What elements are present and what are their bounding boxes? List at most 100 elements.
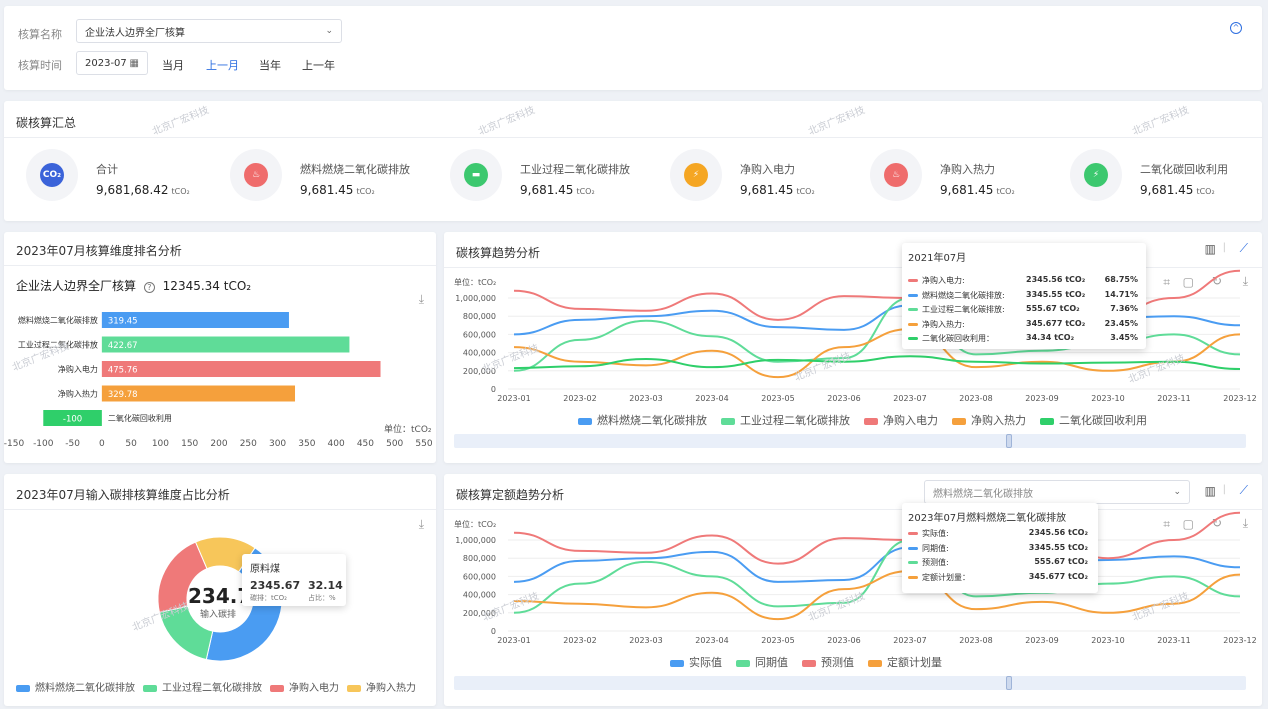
x-tick-label: 2023-03 xyxy=(629,394,662,403)
tooltip-row: 二氧化碳回收利用： 34.34 tCO₂ 3.45% xyxy=(908,333,1140,345)
kpi-value-number: 9,681.45 xyxy=(300,183,354,197)
kpi-label: 合计 xyxy=(96,163,118,176)
tooltip-series-value: 2345.56 tCO₂ xyxy=(1028,528,1088,537)
slider-handle[interactable] xyxy=(1006,434,1012,448)
legend-swatch xyxy=(143,684,157,692)
x-tick-label: 2023-04 xyxy=(695,636,728,645)
quota-line-chart: 0 200,000 400,000 600,000 800,000 1,000,000 20… xyxy=(455,511,1257,645)
tooltip-series-name: 工业过程二氧化碳排放: xyxy=(922,305,1005,314)
kpi-unit: tCO₂ xyxy=(1196,187,1215,196)
legend-label: 净购入热力 xyxy=(971,414,1026,427)
tooltip-series-name: 二氧化碳回收利用： xyxy=(922,334,994,343)
kpi-value-number: 9,681.45 xyxy=(940,183,994,197)
kpi-card: ⚡ 二氧化碳回收利用 9,681.45 tCO₂ xyxy=(1070,141,1260,211)
legend-label: 燃料燃烧二氧化碳排放 xyxy=(35,683,135,694)
quota-zoom-slider[interactable] xyxy=(454,676,1246,690)
legend-item[interactable]: 实际值 xyxy=(670,654,722,670)
donut-tooltip-label2: 占比：% xyxy=(308,594,336,602)
tooltip-series-value: 3345.55 tCO₂ xyxy=(1028,542,1088,552)
quota-legend: 实际值 同期值 预测值 定额计划量 xyxy=(670,654,942,670)
cloud-co2-icon: CO₂ xyxy=(40,163,64,187)
slider-handle[interactable] xyxy=(1006,676,1012,690)
tooltip-swatch xyxy=(908,575,918,579)
accounting-time-picker[interactable]: 2023-07 ▦ xyxy=(76,51,148,75)
x-tick-label: 2023-08 xyxy=(959,394,992,403)
legend-swatch xyxy=(347,684,361,692)
legend-item[interactable]: 净购入热力 xyxy=(347,679,416,694)
kpi-label: 净购入热力 xyxy=(940,163,995,176)
donut-legend: 燃料燃烧二氧化碳排放 工业过程二氧化碳排放 净购入电力 净购入热力 xyxy=(16,679,416,694)
quick-last-month[interactable]: 上一月 xyxy=(206,57,239,73)
x-tick-label: 2023-05 xyxy=(761,394,794,403)
kpi-card: ⚡ 净购入电力 9,681.45 tCO₂ xyxy=(670,141,860,211)
legend-swatch xyxy=(16,684,30,692)
tooltip-row: 净购入热力: 345.677 tCO₂ 23.45% xyxy=(908,319,1140,331)
tooltip-series-value: 555.67 tCO₂ xyxy=(1026,304,1080,313)
legend-label: 燃料燃烧二氧化碳排放 xyxy=(597,414,707,427)
donut-tooltip-value1: 2345.67 xyxy=(250,579,301,592)
legend-item[interactable]: 同期值 xyxy=(736,654,788,670)
kpi-unit: tCO₂ xyxy=(171,187,190,196)
legend-swatch xyxy=(1040,417,1054,425)
x-tick-label: 2023-11 xyxy=(1157,394,1190,403)
trend-panel: 碳核算趋势分析 ▥ | ⟋ ⌗ ▢ ↻ ⤓ 0 200,000 400,000 600… xyxy=(444,232,1262,463)
legend-label: 同期值 xyxy=(755,656,788,669)
legend-item[interactable]: 净购入电力 xyxy=(270,679,339,694)
trend-unit-label: 单位：tCO₂ xyxy=(454,278,497,287)
y-tick-label: 1,000,000 xyxy=(455,294,496,303)
x-tick-label: 2023-10 xyxy=(1091,394,1124,403)
bar[interactable] xyxy=(101,361,381,377)
tooltip-row: 同期值: 3345.55 tCO₂ xyxy=(908,543,1092,555)
bar-category-label: 净购入电力 xyxy=(58,364,98,374)
legend-item[interactable]: 工业过程二氧化碳排放 xyxy=(143,679,262,694)
bar[interactable] xyxy=(101,336,350,353)
y-tick-label: 600,000 xyxy=(463,330,496,339)
collapse-icon[interactable]: ^ xyxy=(1230,22,1242,34)
trend-zoom-slider[interactable] xyxy=(454,434,1246,448)
legend-swatch xyxy=(736,659,750,667)
kpi-value: 9,681,68.42 tCO₂ xyxy=(96,183,190,197)
legend-label: 工业过程二氧化碳排放 xyxy=(162,683,262,694)
trend-legend: 燃料燃烧二氧化碳排放 工业过程二氧化碳排放 净购入电力 净购入热力 二氧化碳回收利用 xyxy=(578,412,1147,428)
x-tick-label: 2023-10 xyxy=(1091,636,1124,645)
tooltip-series-value: 555.67 tCO₂ xyxy=(1034,557,1088,566)
legend-item[interactable]: 预测值 xyxy=(802,654,854,670)
series-line[interactable] xyxy=(513,511,1241,565)
kpi-label: 工业过程二氧化碳排放 xyxy=(520,163,630,176)
quick-last-year[interactable]: 上一年 xyxy=(302,57,335,73)
tooltip-series-value: 34.34 tCO₂ xyxy=(1026,333,1075,342)
legend-label: 净购入热力 xyxy=(366,683,416,694)
quick-current-year[interactable]: 当年 xyxy=(259,57,281,73)
legend-item[interactable]: 燃料燃烧二氧化碳排放 xyxy=(578,412,707,428)
kpi-label: 燃料燃烧二氧化碳排放 xyxy=(300,163,410,176)
legend-swatch xyxy=(270,684,284,692)
y-tick-label: 600,000 xyxy=(463,572,496,581)
x-tick-label: 2023-09 xyxy=(1025,636,1058,645)
accounting-name-value: 企业法人边界全厂核算 xyxy=(85,27,185,39)
legend-swatch xyxy=(952,417,966,425)
legend-item[interactable]: 净购入电力 xyxy=(864,412,938,428)
trend-tooltip-title: 2021年07月 xyxy=(908,253,967,264)
legend-item[interactable]: 燃料燃烧二氧化碳排放 xyxy=(16,679,135,694)
legend-label: 工业过程二氧化碳排放 xyxy=(740,414,850,427)
kpi-label: 二氧化碳回收利用 xyxy=(1140,163,1228,176)
legend-item[interactable]: 工业过程二氧化碳排放 xyxy=(721,412,850,428)
legend-item[interactable]: 净购入热力 xyxy=(952,412,1026,428)
quick-current-month[interactable]: 当月 xyxy=(162,57,184,73)
x-tick-label: 2023-07 xyxy=(893,636,926,645)
legend-label: 净购入电力 xyxy=(883,414,938,427)
kpi-value-number: 9,681,68.42 xyxy=(96,183,169,197)
bar-value-label: 329.78 xyxy=(108,390,138,400)
series-line[interactable] xyxy=(513,355,1241,370)
ranking-bar-chart: 319.45 燃料燃烧二氧化碳排放 422.67 工业过程二氧化碳排放 475.76 净购… xyxy=(4,312,433,449)
accounting-name-select[interactable]: 企业法人边界全厂核算 ⌄ xyxy=(76,19,342,43)
legend-item[interactable]: 二氧化碳回收利用 xyxy=(1040,412,1147,428)
legend-item[interactable]: 定额计划量 xyxy=(868,654,942,670)
tooltip-row: 预测值: 555.67 tCO₂ xyxy=(908,557,1092,569)
quota-panel: 碳核算定额趋势分析 燃料燃烧二氧化碳排放 ⌄ ▥ | ⟋ ⌗ ▢ ↻ ⤓ 0 20… xyxy=(444,474,1262,706)
kpi-unit: tCO₂ xyxy=(356,187,375,196)
bar-category-label: 二氧化碳回收利用 xyxy=(108,413,172,423)
x-tick-label: 400 xyxy=(328,439,345,449)
x-tick-label: 2023-12 xyxy=(1223,394,1256,403)
tooltip-swatch xyxy=(908,337,918,340)
